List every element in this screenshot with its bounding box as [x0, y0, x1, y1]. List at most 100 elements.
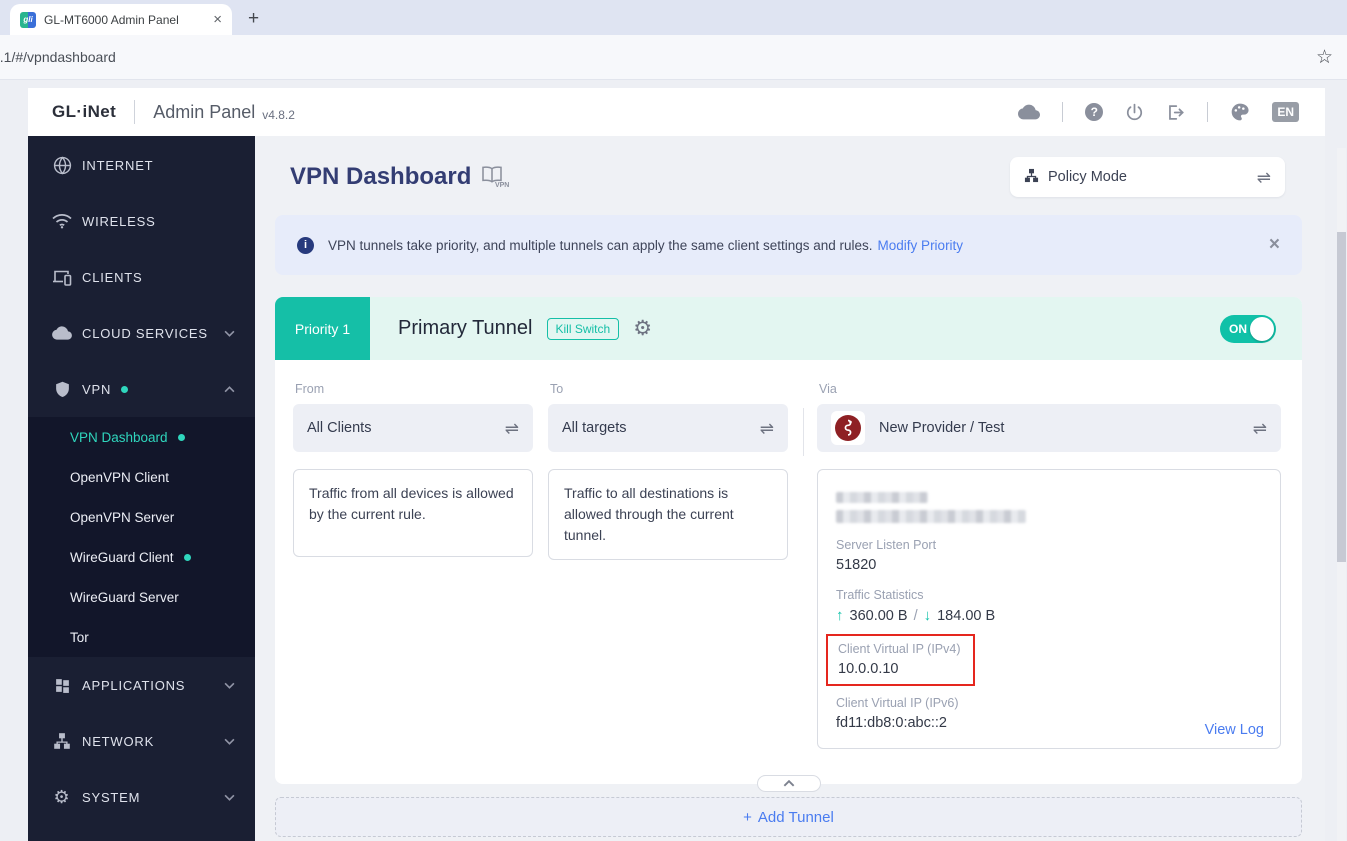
- sidebar-item-network[interactable]: NETWORK: [28, 713, 255, 769]
- tunnel-settings-gear-icon[interactable]: ⚙: [633, 318, 652, 339]
- cloud-icon: [52, 326, 72, 340]
- from-dropdown[interactable]: All Clients ⇌: [293, 404, 533, 452]
- status-dot: [184, 554, 191, 561]
- url-bar: 8.1/#/vpndashboard ☆: [0, 35, 1347, 80]
- info-banner: i VPN tunnels take priority, and multipl…: [275, 215, 1302, 275]
- plus-icon: +: [743, 809, 752, 826]
- page-scrollbar[interactable]: [1337, 148, 1346, 841]
- vpn-docs-label: VPN: [495, 182, 509, 189]
- via-value: New Provider / Test: [879, 420, 1004, 436]
- sidebar-subitem-label: OpenVPN Server: [70, 510, 174, 525]
- theme-palette-icon[interactable]: [1230, 102, 1250, 122]
- priority-tab[interactable]: Priority 1: [275, 297, 370, 360]
- sidebar-item-system[interactable]: ⚙ SYSTEM: [28, 769, 255, 825]
- logout-icon[interactable]: [1166, 103, 1185, 122]
- swap-icon[interactable]: ⇌: [505, 420, 519, 437]
- download-arrow-icon: ↓: [924, 607, 932, 624]
- to-value: All targets: [562, 420, 626, 436]
- close-tab-icon[interactable]: ×: [213, 11, 222, 28]
- traffic-statistics-label: Traffic Statistics: [836, 588, 1262, 602]
- status-dot: [178, 434, 185, 441]
- client-ipv6-value: fd11:db8:0:abc::2: [836, 715, 1262, 731]
- sidebar-item-internet[interactable]: INTERNET: [28, 137, 255, 193]
- network-topology-icon: [52, 732, 72, 750]
- swap-icon[interactable]: ⇌: [1253, 420, 1267, 437]
- cloud-icon[interactable]: [1018, 104, 1040, 120]
- sidebar-subitem-label: Tor: [70, 630, 89, 645]
- sidebar-item-openvpn-client[interactable]: OpenVPN Client: [28, 457, 255, 497]
- modify-priority-link[interactable]: Modify Priority: [878, 238, 964, 253]
- grid-icon: [52, 677, 72, 694]
- highlight-red-box: Client Virtual IP (IPv4) 10.0.0.10: [826, 634, 975, 686]
- collapse-tunnel-button[interactable]: [757, 775, 821, 792]
- app-version: v4.8.2: [262, 103, 295, 122]
- url-text[interactable]: 8.1/#/vpndashboard: [0, 49, 1316, 65]
- sidebar-item-cloud-services[interactable]: CLOUD SERVICES: [28, 305, 255, 361]
- view-log-link[interactable]: View Log: [1205, 722, 1264, 738]
- glinet-logo: GL·iNet: [52, 102, 116, 122]
- sidebar-item-openvpn-server[interactable]: OpenVPN Server: [28, 497, 255, 537]
- sidebar-item-vpn-dashboard[interactable]: VPN Dashboard: [28, 417, 255, 457]
- chevron-down-icon: [224, 738, 235, 745]
- sidebar-item-clients[interactable]: CLIENTS: [28, 249, 255, 305]
- bookmark-star-icon[interactable]: ☆: [1316, 46, 1333, 69]
- sidebar-subitem-label: VPN Dashboard: [70, 430, 168, 445]
- policy-mode-label: Policy Mode: [1048, 169, 1127, 185]
- client-ipv4-label: Client Virtual IP (IPv4): [838, 642, 961, 656]
- banner-text: VPN tunnels take priority, and multiple …: [328, 238, 873, 253]
- redacted-text-line: [836, 492, 928, 503]
- sidebar-item-label: NETWORK: [82, 734, 154, 749]
- banner-close-icon[interactable]: ×: [1269, 234, 1280, 256]
- header-separator: [1062, 102, 1063, 122]
- sidebar-item-wireless[interactable]: WIRELESS: [28, 193, 255, 249]
- tunnel-details-card: Server Listen Port 51820 Traffic Statist…: [817, 469, 1281, 749]
- tunnel-name: Primary Tunnel: [398, 317, 533, 340]
- toggle-knob: [1250, 317, 1274, 341]
- language-badge[interactable]: EN: [1272, 102, 1299, 122]
- swap-icon[interactable]: ⇌: [760, 420, 774, 437]
- vpn-docs-icon[interactable]: VPN: [481, 166, 507, 188]
- browser-tab-strip: gli GL-MT6000 Admin Panel × +: [0, 0, 1347, 35]
- via-label: Via: [819, 382, 1281, 396]
- from-label: From: [295, 382, 533, 396]
- sidebar-item-label: VPN: [82, 382, 111, 397]
- new-tab-button[interactable]: +: [248, 8, 259, 30]
- status-dot: [121, 386, 128, 393]
- chevron-down-icon: [224, 330, 235, 337]
- sidebar-item-wireguard-client[interactable]: WireGuard Client: [28, 537, 255, 577]
- scrollbar-thumb[interactable]: [1337, 232, 1346, 562]
- from-column: From All Clients ⇌ Traffic from all devi…: [293, 380, 533, 749]
- add-tunnel-button[interactable]: + Add Tunnel: [275, 797, 1302, 837]
- chevron-down-icon: [224, 794, 235, 801]
- sidebar-subitem-label: WireGuard Server: [70, 590, 179, 605]
- sidebar-subitem-label: OpenVPN Client: [70, 470, 169, 485]
- tunnel-on-toggle[interactable]: ON: [1220, 315, 1276, 343]
- policy-mode-button[interactable]: Policy Mode ⇌: [1010, 157, 1285, 197]
- chevron-down-icon: [224, 682, 235, 689]
- browser-tab[interactable]: gli GL-MT6000 Admin Panel ×: [10, 4, 232, 35]
- sidebar-item-label: WIRELESS: [82, 214, 156, 229]
- help-icon[interactable]: ?: [1085, 103, 1103, 121]
- shield-icon: [52, 380, 72, 399]
- sidebar-item-label: CLOUD SERVICES: [82, 326, 208, 341]
- sidebar-item-wireguard-server[interactable]: WireGuard Server: [28, 577, 255, 617]
- sidebar: INTERNET WIRELESS CLIENTS CLOUD SERVICES: [28, 136, 255, 841]
- wireguard-provider-icon: [831, 411, 865, 445]
- vpn-submenu: VPN Dashboard OpenVPN Client OpenVPN Ser…: [28, 417, 255, 657]
- sidebar-item-label: INTERNET: [82, 158, 153, 173]
- swap-icon: ⇌: [1257, 169, 1271, 186]
- via-dropdown[interactable]: New Provider / Test ⇌: [817, 404, 1281, 452]
- sidebar-item-tor[interactable]: Tor: [28, 617, 255, 657]
- main-content: VPN Dashboard VPN Policy Mode ⇌ i VPN tu…: [255, 136, 1325, 841]
- sidebar-item-applications[interactable]: APPLICATIONS: [28, 657, 255, 713]
- devices-icon: [52, 269, 72, 286]
- add-tunnel-label: Add Tunnel: [758, 809, 834, 826]
- kill-switch-badge: Kill Switch: [547, 318, 620, 340]
- power-icon[interactable]: [1125, 103, 1144, 122]
- to-description-card: Traffic to all destinations is allowed t…: [548, 469, 788, 560]
- server-listen-port-value: 51820: [836, 557, 1262, 573]
- to-dropdown[interactable]: All targets ⇌: [548, 404, 788, 452]
- sidebar-item-label: SYSTEM: [82, 790, 140, 805]
- sidebar-item-vpn[interactable]: VPN: [28, 361, 255, 417]
- to-label: To: [550, 382, 788, 396]
